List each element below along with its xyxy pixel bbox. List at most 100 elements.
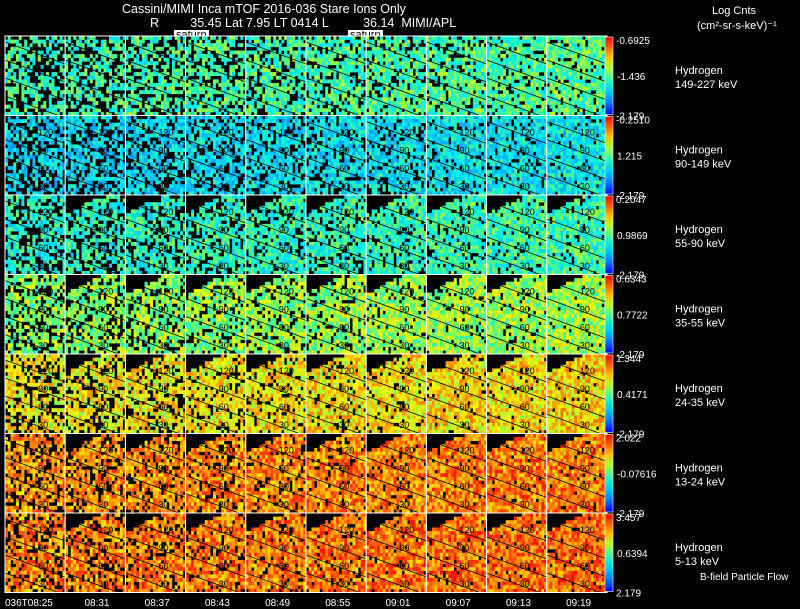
pixel-cell: [316, 83, 320, 87]
pixel-cell: [133, 36, 137, 40]
pixel-cell: [330, 54, 334, 58]
pixel-cell: [273, 144, 277, 149]
pixel-cell: [267, 79, 271, 84]
pixel-cell: [511, 57, 515, 62]
pixel-cell: [598, 72, 602, 76]
pixel-cell: [139, 151, 143, 156]
pixel-cell: [533, 104, 537, 109]
pixel-cell: [505, 57, 509, 62]
pixel-cell: [117, 115, 121, 120]
pixel-cell: [251, 101, 255, 105]
pixel-cell: [503, 79, 506, 84]
pixel-cell: [237, 151, 241, 156]
pixel-cell: [374, 72, 378, 76]
pixel-cell: [78, 158, 82, 163]
pixel-cell: [46, 122, 49, 127]
pixel-cell: [100, 173, 104, 178]
pixel-cell: [295, 130, 299, 134]
pixel-cell: [81, 90, 85, 95]
pixel-cell: [229, 97, 233, 102]
pixel-cell: [352, 101, 356, 105]
pixel-cell: [412, 36, 416, 40]
pixel-cell: [191, 90, 195, 95]
image-panel: [124, 35, 187, 119]
pixel-cell: [81, 158, 85, 163]
pixel-cell: [585, 83, 589, 87]
pixel-cell: [262, 93, 266, 98]
pixel-cell: [223, 39, 227, 44]
pixel-cell: [202, 166, 205, 170]
pixel-cell: [601, 68, 605, 73]
pixel-cell: [341, 68, 345, 73]
pixel-cell: [144, 54, 148, 58]
pixel-cell: [511, 93, 515, 98]
pixel-cell: [519, 93, 523, 98]
pixel-cell: [341, 86, 345, 91]
pixel-cell: [89, 97, 93, 102]
pixel-cell: [177, 187, 181, 192]
pixel-cell: [70, 173, 74, 178]
pixel-cell: [462, 43, 465, 48]
pixel-cell: [571, 61, 575, 66]
pixel-cell: [240, 151, 244, 156]
pixel-cell: [270, 126, 274, 131]
pixel-cell: [240, 133, 244, 138]
pixel-cell: [191, 68, 195, 73]
pixel-cell: [555, 50, 558, 55]
pixel-cell: [379, 79, 383, 84]
pixel-cell: [21, 148, 25, 152]
pixel-cell: [193, 46, 197, 51]
pixel-cell: [57, 86, 60, 91]
pixel-cell: [278, 36, 282, 40]
pixel-cell: [568, 36, 572, 40]
pixel-cell: [524, 101, 528, 105]
pixel-cell: [519, 75, 523, 80]
pixel-cell: [193, 104, 197, 109]
pixel-cell: [571, 108, 575, 113]
pixel-cell: [286, 86, 290, 91]
pixel-cell: [311, 54, 315, 58]
pixel-cell: [150, 101, 153, 105]
pixel-cell: [358, 90, 361, 95]
pixel-cell: [174, 72, 178, 76]
pixel-cell: [193, 90, 197, 95]
pixel-cell: [174, 187, 178, 192]
image-panel: [546, 35, 608, 119]
pixel-cell: [371, 64, 375, 69]
pixel-cell: [538, 86, 542, 91]
pixel-cell: [574, 90, 578, 95]
pixel-cell: [81, 148, 85, 152]
pixel-cell: [218, 137, 222, 142]
pixel-cell: [130, 39, 134, 44]
pixel-cell: [46, 173, 49, 178]
pixel-cell: [130, 54, 134, 58]
pixel-cell: [119, 86, 123, 91]
pixel-cell: [133, 86, 137, 91]
pitch-angle-label: 60: [159, 164, 169, 174]
pixel-cell: [81, 104, 85, 109]
pixel-cell: [456, 93, 460, 98]
pixel-cell: [265, 43, 268, 48]
pixel-cell: [308, 101, 312, 105]
pixel-cell: [180, 90, 184, 95]
pixel-cell: [500, 72, 504, 76]
pixel-cell: [440, 79, 444, 84]
pixel-cell: [388, 39, 392, 44]
pixel-cell: [21, 155, 25, 160]
pixel-cell: [538, 39, 542, 44]
pixel-cell: [259, 86, 263, 91]
pixel-cell: [442, 57, 446, 62]
pixel-cell: [232, 36, 236, 40]
pixel-cell: [379, 104, 383, 109]
pixel-cell: [371, 90, 375, 95]
pixel-cell: [76, 148, 80, 152]
pixel-cell: [51, 187, 55, 192]
pixel-cell: [59, 144, 63, 149]
pixel-cell: [229, 39, 233, 44]
pixel-cell: [259, 61, 263, 66]
pixel-cell: [240, 148, 244, 152]
pixel-cell: [437, 72, 441, 76]
pixel-cell: [24, 97, 28, 102]
pixel-cell: [76, 101, 80, 105]
pixel-cell: [119, 187, 123, 192]
